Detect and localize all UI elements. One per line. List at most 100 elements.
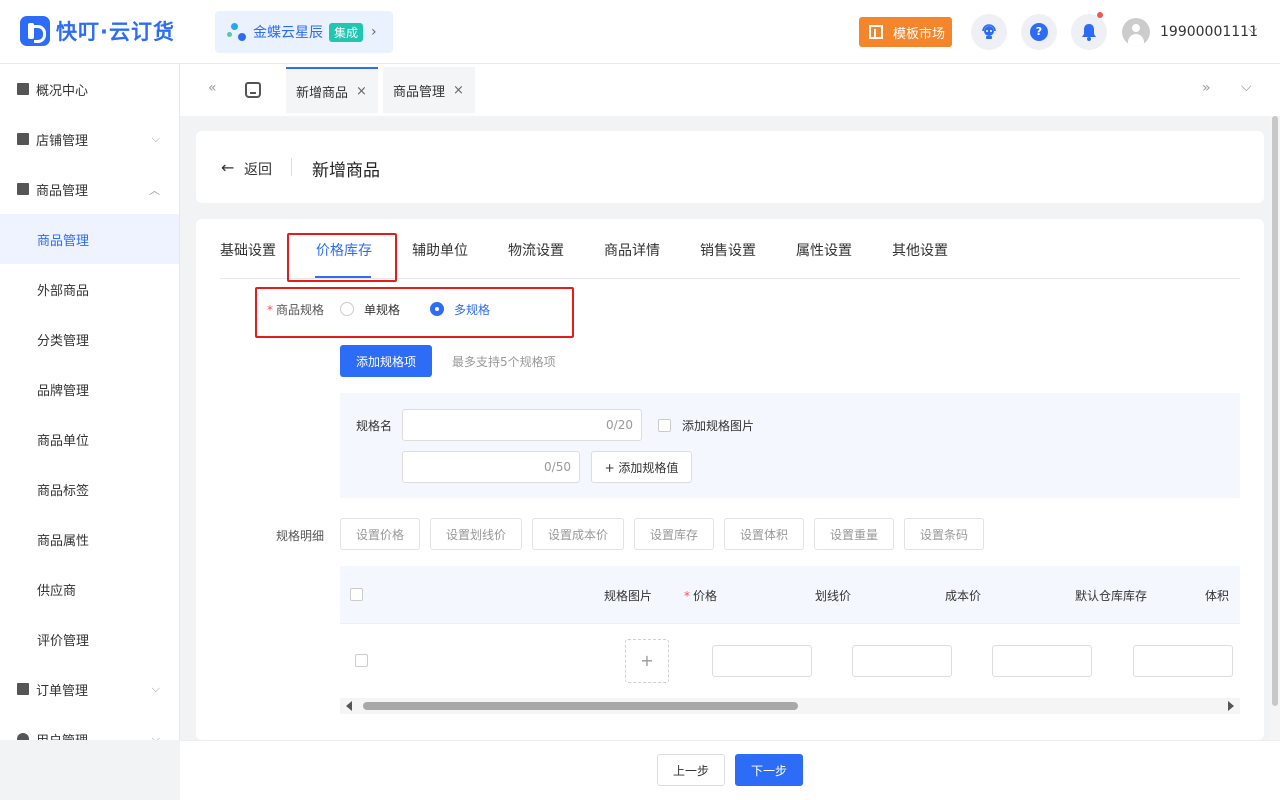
sidebar-item-categories[interactable]: 分类管理: [0, 314, 179, 364]
set-barcode-button[interactable]: 设置条码: [904, 518, 984, 550]
add-spec-image-label[interactable]: 添加规格图片: [682, 417, 754, 434]
sidebar-group-label: 用户管理: [36, 730, 88, 741]
back-button[interactable]: 返回: [244, 159, 272, 179]
tab-goods-management[interactable]: 商品管理 ×: [383, 67, 475, 113]
top-header: 快叮·云订货 金蝶云星辰 集成 › 模板市场 ? 19900001111 ⌵: [0, 0, 1280, 64]
bell-icon: [1082, 24, 1096, 41]
sidebar-group-store[interactable]: 店铺管理 ⌵: [0, 114, 179, 164]
column-header-price: * 价格: [684, 587, 717, 604]
next-step-button[interactable]: 下一步: [735, 754, 803, 786]
spec-detail-label: 规格明细: [276, 529, 325, 543]
chevron-down-icon[interactable]: ⌵: [1248, 22, 1257, 37]
add-spec-value-button[interactable]: + 添加规格值: [591, 451, 692, 483]
set-volume-button[interactable]: 设置体积: [724, 518, 804, 550]
set-list-price-button[interactable]: 设置划线价: [430, 518, 522, 550]
horizontal-scroll-thumb[interactable]: [363, 702, 798, 710]
sidebar-item-brands[interactable]: 品牌管理: [0, 364, 179, 414]
sidebar-group-users[interactable]: 用户管理 ⌵: [0, 714, 179, 741]
close-icon[interactable]: ×: [356, 84, 367, 99]
sidebar-item-suppliers[interactable]: 供应商: [0, 564, 179, 614]
stock-input[interactable]: [1133, 645, 1233, 677]
highlight-box-spec-type: [255, 287, 574, 338]
lock-icon: [17, 83, 29, 95]
store-icon: [17, 133, 29, 145]
sidebar-group-label: 商品管理: [36, 183, 89, 199]
template-market-label: 模板市场: [893, 26, 946, 42]
sidebar: 概况中心 店铺管理 ⌵ 商品管理 ︿ 商品管理 外部商品 分类管理 品牌管理 商…: [0, 64, 180, 740]
collapse-left-icon[interactable]: «: [208, 80, 217, 96]
vertical-scroll-thumb[interactable]: [1272, 116, 1278, 706]
add-spec-button[interactable]: 添加规格项: [340, 345, 432, 377]
sidebar-item-units[interactable]: 商品单位: [0, 414, 179, 464]
sidebar-group-goods[interactable]: 商品管理 ︿: [0, 164, 179, 214]
spec-name-input[interactable]: 0/20: [402, 409, 642, 441]
set-price-button[interactable]: 设置价格: [340, 518, 420, 550]
arrow-left-icon[interactable]: ←: [221, 158, 234, 177]
chevron-down-icon: ⌵: [151, 132, 160, 145]
chevron-down-icon[interactable]: ⌵: [1241, 79, 1252, 95]
logo-text: 快叮·云订货: [56, 20, 175, 44]
prev-step-button[interactable]: 上一步: [657, 754, 725, 786]
customer-service-button[interactable]: [971, 14, 1007, 50]
tab-new-goods[interactable]: 新增商品 ×: [286, 67, 378, 113]
collapse-right-icon[interactable]: »: [1202, 80, 1211, 96]
clipboard-icon: [17, 683, 29, 695]
integration-banner[interactable]: 金蝶云星辰 集成 ›: [215, 11, 393, 53]
list-price-input[interactable]: [852, 645, 952, 677]
cost-input[interactable]: [992, 645, 1092, 677]
scroll-right-icon[interactable]: [1228, 701, 1234, 711]
tab-auxiliary-units[interactable]: 辅助单位: [412, 240, 468, 260]
scroll-left-icon[interactable]: [346, 701, 352, 711]
sidebar-item-tags[interactable]: 商品标签: [0, 464, 179, 514]
tab-goods-details[interactable]: 商品详情: [604, 240, 660, 260]
user-icon: [17, 733, 29, 740]
template-icon: [869, 25, 883, 39]
set-stock-button[interactable]: 设置库存: [634, 518, 714, 550]
required-mark: *: [684, 589, 690, 603]
avatar[interactable]: [1122, 18, 1150, 46]
integration-badge: 集成: [329, 22, 364, 42]
column-header-price-text: 价格: [693, 589, 718, 603]
set-weight-button[interactable]: 设置重量: [814, 518, 894, 550]
close-icon[interactable]: ×: [453, 83, 464, 98]
tab-other-settings[interactable]: 其他设置: [892, 240, 948, 260]
notification-button[interactable]: [1071, 12, 1107, 50]
page-title: 新增商品: [312, 161, 380, 181]
logo-icon: [20, 16, 50, 46]
username[interactable]: 19900001111: [1160, 24, 1258, 40]
tab-label: 商品管理: [393, 84, 446, 100]
tab-sales-settings[interactable]: 销售设置: [700, 240, 756, 260]
tab-basic-settings[interactable]: 基础设置: [220, 240, 276, 260]
home-icon[interactable]: [245, 82, 261, 98]
price-input[interactable]: [712, 645, 812, 677]
table-row-divider: [340, 623, 1240, 624]
sidebar-group-orders[interactable]: 订单管理 ⌵: [0, 664, 179, 714]
upload-image-button[interactable]: +: [625, 639, 669, 683]
vertical-scrollbar[interactable]: [1270, 116, 1280, 740]
sidebar-item-external-goods[interactable]: 外部商品: [0, 264, 179, 314]
tab-label: 新增商品: [296, 85, 349, 101]
row-checkbox[interactable]: [355, 654, 368, 667]
tab-attribute-settings[interactable]: 属性设置: [796, 240, 852, 260]
sidebar-group-overview[interactable]: 概况中心: [0, 64, 179, 114]
sidebar-item-attributes[interactable]: 商品属性: [0, 514, 179, 564]
column-header-cost: 成本价: [945, 589, 982, 603]
horizontal-scrollbar[interactable]: [340, 698, 1240, 714]
sidebar-group-label: 订单管理: [36, 683, 89, 699]
sidebar-item-goods[interactable]: 商品管理: [0, 214, 179, 264]
template-market-button[interactable]: 模板市场: [859, 17, 952, 47]
help-button[interactable]: ?: [1021, 14, 1057, 50]
sidebar-group-label: 概况中心: [36, 83, 89, 99]
column-header-volume: 体积: [1205, 589, 1230, 603]
integration-name: 金蝶云星辰: [253, 25, 323, 41]
tab-logistics[interactable]: 物流设置: [508, 240, 564, 260]
add-spec-image-checkbox[interactable]: [658, 419, 671, 432]
set-cost-button[interactable]: 设置成本价: [532, 518, 624, 550]
app-logo[interactable]: 快叮·云订货: [20, 16, 175, 46]
customer-service-icon: [982, 24, 996, 39]
spec-value-input[interactable]: 0/50: [402, 451, 580, 483]
select-all-checkbox[interactable]: [350, 588, 363, 601]
chevron-up-icon: ︿: [149, 184, 160, 197]
unread-dot: [1097, 12, 1103, 18]
sidebar-item-reviews[interactable]: 评价管理: [0, 614, 179, 664]
